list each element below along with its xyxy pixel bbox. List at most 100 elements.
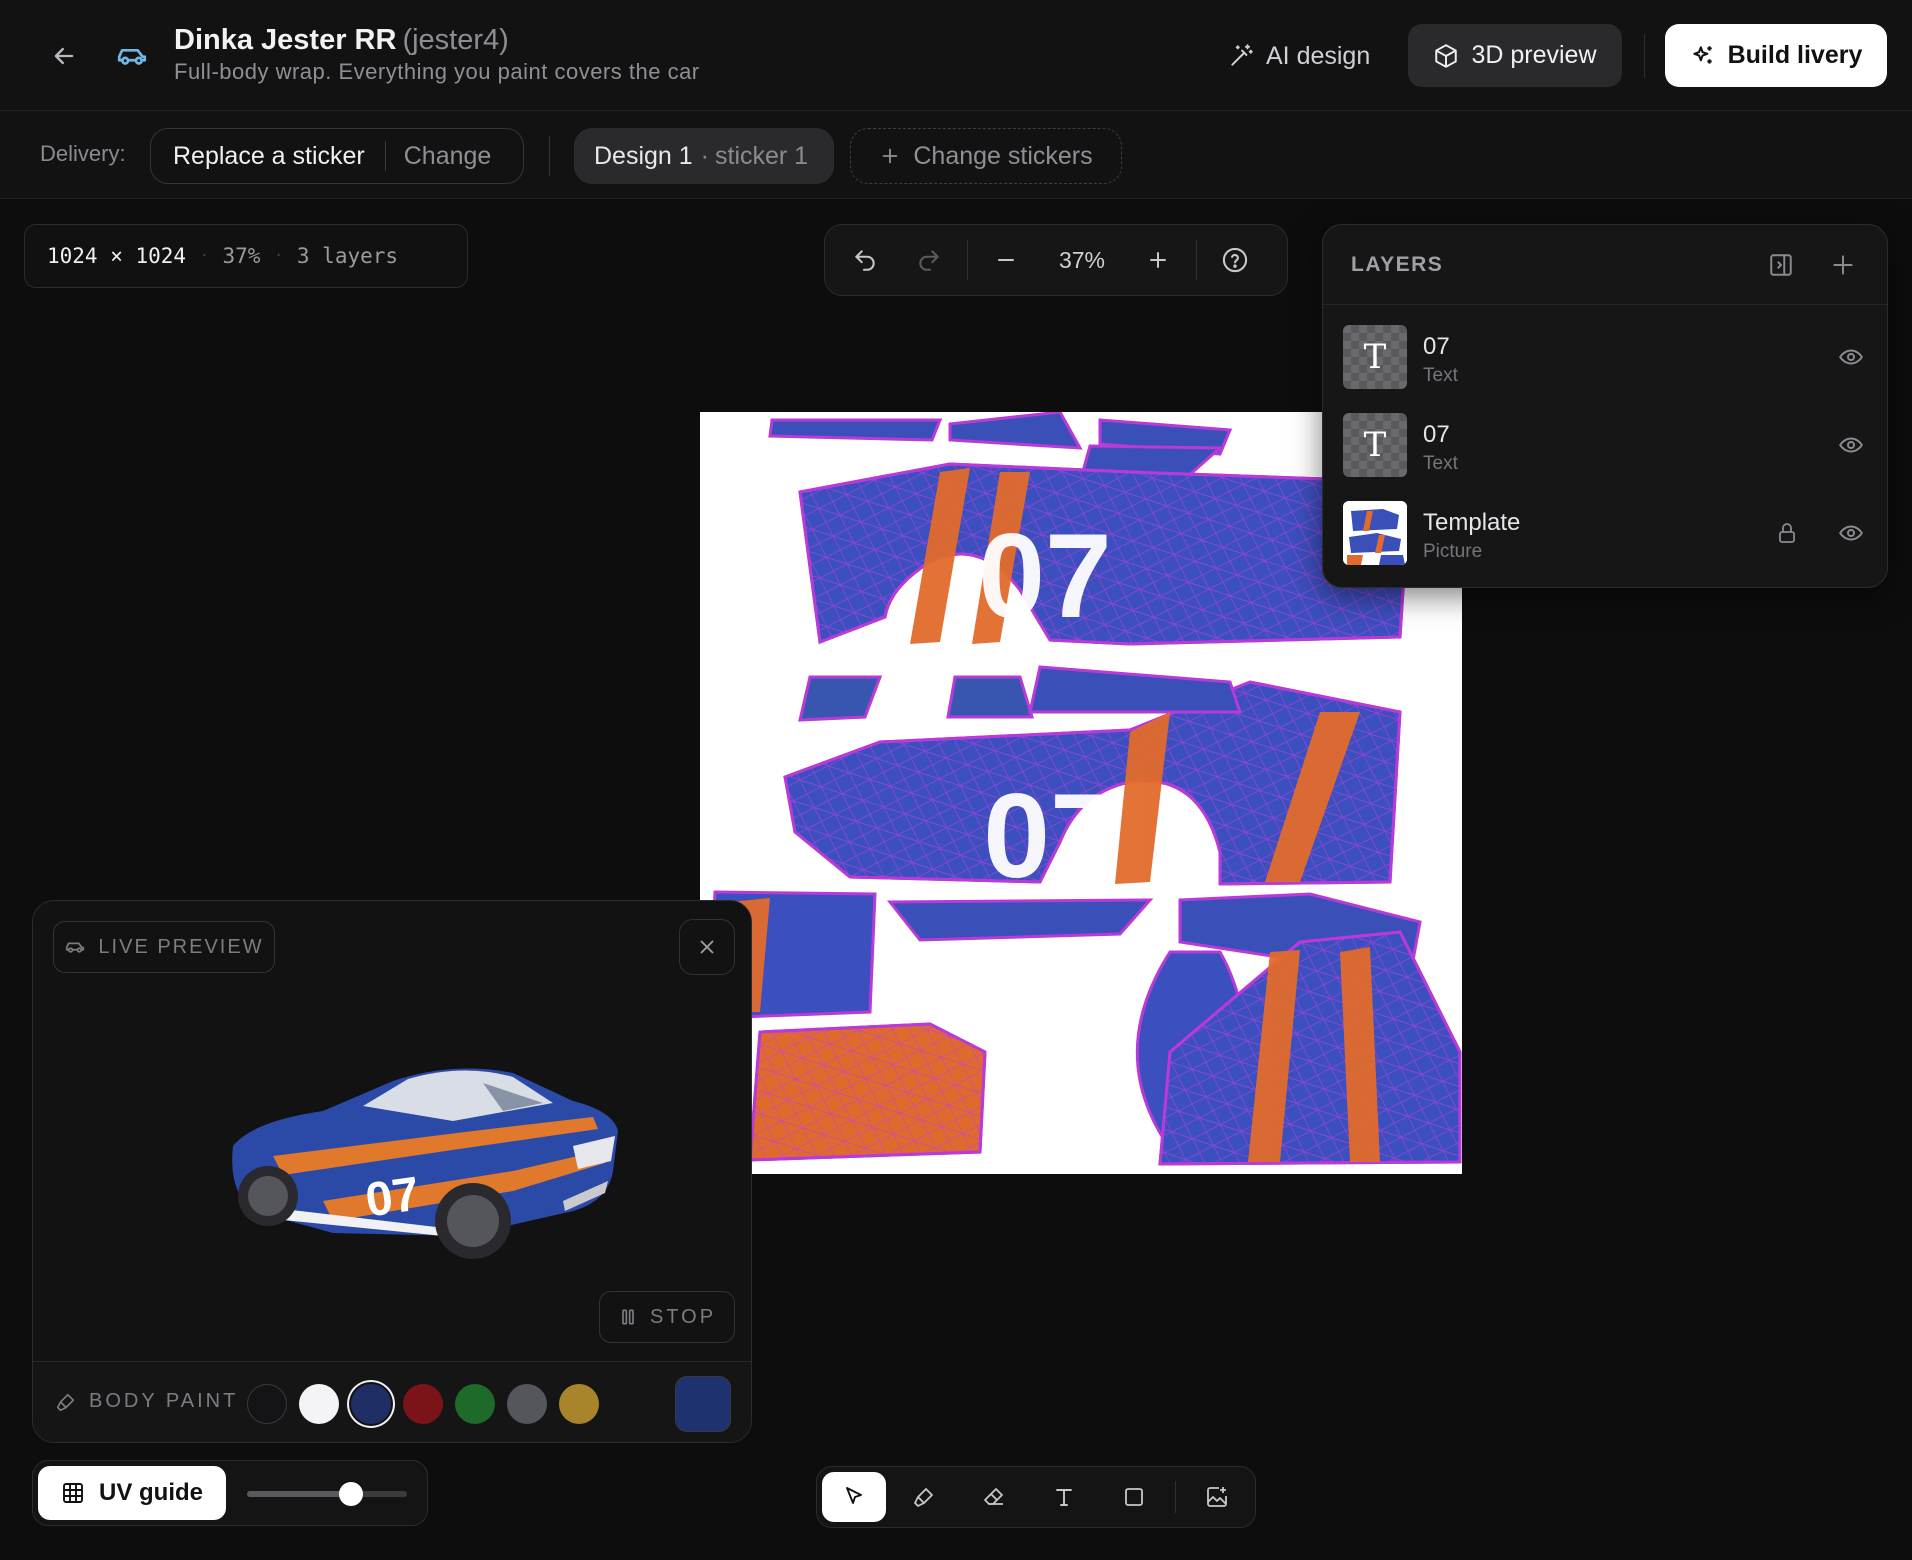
design-chip[interactable]: Design 1 · sticker 1 <box>574 128 834 184</box>
layer-visibility-toggle[interactable] <box>1831 513 1871 553</box>
zoom-level: 37% <box>1058 246 1106 273</box>
canvas-layer-count: 3 layers <box>296 244 399 268</box>
info-separator: · <box>274 248 283 264</box>
zoom-divider <box>1196 240 1197 280</box>
uv-opacity-slider-thumb[interactable] <box>339 1482 363 1506</box>
rectangle-tool[interactable] <box>1102 1472 1166 1522</box>
body-paint-label: BODY PAINT <box>89 1390 239 1412</box>
layer-item[interactable]: T 07 Text <box>1323 401 1887 489</box>
ai-design-button[interactable]: AI design <box>1210 26 1388 86</box>
layer-type: Picture <box>1423 541 1483 562</box>
car-name: Dinka Jester RR <box>174 24 397 56</box>
paint-brush-icon <box>55 1391 77 1413</box>
cube-icon <box>1433 43 1459 69</box>
car-3d-render[interactable]: 07 <box>213 1051 633 1261</box>
lock-icon <box>1775 521 1799 545</box>
canvas-info: 1024 × 1024 · 37% · 3 layers <box>24 224 468 288</box>
collapse-panel-button[interactable] <box>1761 245 1801 285</box>
change-stickers-label: Change stickers <box>913 141 1093 170</box>
build-livery-label: Build livery <box>1727 41 1863 69</box>
layers-header: LAYERS <box>1323 225 1887 305</box>
design-name: Design 1 <box>594 141 693 170</box>
color-swatch[interactable] <box>403 1384 443 1424</box>
zoom-out-button[interactable] <box>974 230 1038 290</box>
stop-rotation-button[interactable]: STOP <box>599 1291 735 1343</box>
uv-guide-toggle[interactable]: UV guide <box>38 1466 226 1520</box>
add-layer-button[interactable] <box>1823 245 1863 285</box>
car-icon <box>112 36 152 76</box>
panel-collapse-icon <box>1768 252 1794 278</box>
select-tool[interactable] <box>822 1472 886 1522</box>
live-preview-panel: LIVE PREVIEW 07 STOP BODY PAINT <box>32 900 752 1443</box>
toolbar-divider <box>549 136 550 176</box>
toolbar-divider <box>1175 1481 1176 1513</box>
stop-label: STOP <box>649 1305 717 1328</box>
help-button[interactable] <box>1203 230 1267 290</box>
design-sticker: sticker 1 <box>715 141 809 170</box>
layer-item[interactable]: T 07 Text <box>1323 313 1887 401</box>
zoom-divider <box>967 240 968 280</box>
app-header: Dinka Jester RR (jester4) Full-body wrap.… <box>0 0 1912 111</box>
change-stickers-button[interactable]: Change stickers <box>850 128 1122 184</box>
layer-name: Template <box>1423 509 1521 536</box>
cursor-arrow-icon <box>842 1485 866 1509</box>
eraser-icon <box>982 1485 1006 1509</box>
delivery-label: Delivery: <box>40 141 126 166</box>
eye-icon <box>1838 432 1864 458</box>
brush-tool[interactable] <box>892 1472 956 1522</box>
minus-icon <box>994 248 1018 272</box>
redo-icon <box>916 247 942 273</box>
eraser-tool[interactable] <box>962 1472 1026 1522</box>
back-button[interactable] <box>44 36 84 76</box>
brush-icon <box>912 1485 936 1509</box>
color-swatch[interactable] <box>559 1384 599 1424</box>
page-title: Dinka Jester RR (jester4) <box>174 24 700 57</box>
delivery-selector: Replace a sticker Change <box>150 128 524 184</box>
help-circle-icon <box>1221 246 1249 274</box>
info-separator: · <box>200 248 209 264</box>
live-preview-badge: LIVE PREVIEW <box>53 921 275 973</box>
redo-button[interactable] <box>897 230 961 290</box>
text-layer-icon: T <box>1343 325 1407 389</box>
car-icon <box>64 936 86 958</box>
car-code: (jester4) <box>402 24 509 56</box>
close-preview-button[interactable] <box>679 919 735 975</box>
uv-guide-bar: UV guide <box>32 1460 428 1526</box>
undo-button[interactable] <box>833 230 897 290</box>
car-number-decal: 07 <box>362 1168 422 1228</box>
uv-decal-number: 07 <box>983 769 1116 903</box>
3d-preview-button[interactable]: 3D preview <box>1408 24 1622 87</box>
delivery-change-button[interactable]: Change <box>386 142 510 171</box>
body-paint-label-group: BODY PAINT <box>55 1390 238 1413</box>
page-title-block: Dinka Jester RR (jester4) Full-body wrap.… <box>174 24 700 85</box>
image-plus-icon <box>1205 1485 1229 1509</box>
arrow-left-icon <box>50 42 78 70</box>
color-swatch[interactable] <box>247 1384 287 1424</box>
uv-opacity-slider-fill <box>247 1491 351 1497</box>
eye-icon <box>1838 520 1864 546</box>
custom-color-picker[interactable] <box>675 1376 731 1432</box>
picture-layer-icon <box>1343 501 1407 565</box>
build-livery-button[interactable]: Build livery <box>1665 24 1887 87</box>
add-image-tool[interactable] <box>1185 1472 1249 1522</box>
layer-name: 07 <box>1423 333 1450 360</box>
color-swatch[interactable] <box>507 1384 547 1424</box>
undo-icon <box>852 247 878 273</box>
color-swatch[interactable] <box>351 1384 391 1424</box>
grid-icon <box>61 1481 85 1505</box>
color-swatch[interactable] <box>455 1384 495 1424</box>
page-subtitle: Full-body wrap. Everything you paint cov… <box>174 59 700 84</box>
header-divider <box>1644 34 1645 78</box>
text-tool[interactable] <box>1032 1472 1096 1522</box>
layer-lock-toggle[interactable] <box>1767 513 1807 553</box>
layer-type: Text <box>1423 453 1458 474</box>
text-icon <box>1052 1485 1076 1509</box>
color-swatch[interactable] <box>299 1384 339 1424</box>
layer-visibility-toggle[interactable] <box>1831 425 1871 465</box>
layer-item[interactable]: Template Picture <box>1323 489 1887 577</box>
zoom-in-button[interactable] <box>1126 230 1190 290</box>
zoom-toolbar: 37% <box>824 224 1288 296</box>
layer-visibility-toggle[interactable] <box>1831 337 1871 377</box>
drawing-toolbar <box>816 1466 1256 1528</box>
uv-decal-number: 07 <box>978 509 1111 643</box>
